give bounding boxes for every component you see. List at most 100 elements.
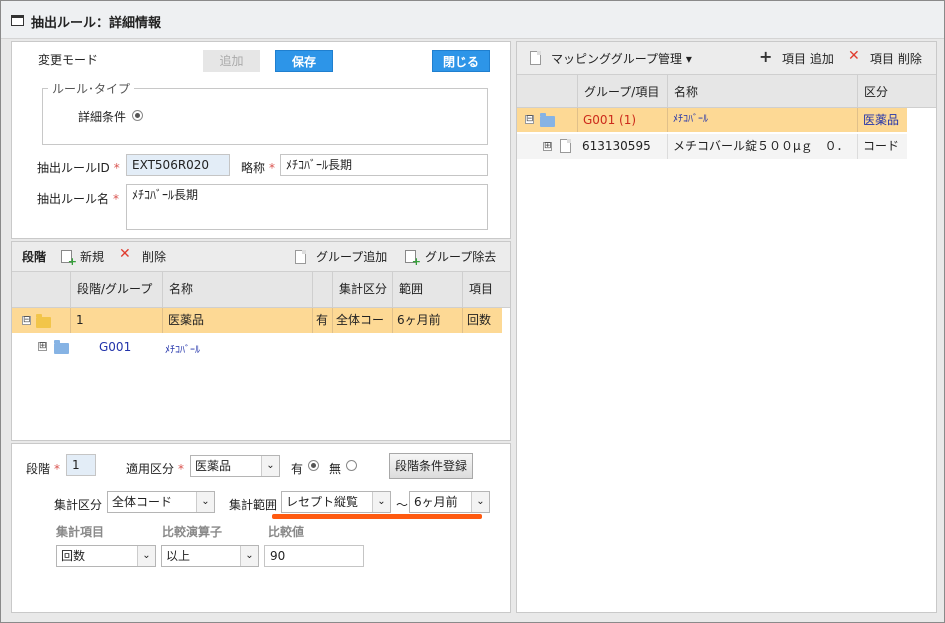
item-label: 集計項目 bbox=[56, 525, 105, 539]
item-select-value: 回数 bbox=[61, 549, 86, 563]
cell-item-name: メチコバール錠５００μｇ ０．５ｍ bbox=[667, 134, 857, 159]
mapping-title: マッピンググループ管理 bbox=[551, 52, 683, 66]
required-mark: * bbox=[54, 462, 61, 476]
compare-value-field[interactable]: 90 bbox=[264, 545, 364, 567]
add-button[interactable]: 追加 bbox=[203, 50, 260, 72]
register-step-button[interactable]: 段階条件登録 bbox=[389, 453, 473, 479]
col-range[interactable]: 範囲 bbox=[392, 272, 462, 307]
table-row[interactable]: ⊟ G001 (1) ﾒﾁｺﾊﾞｰﾙ 医薬品 bbox=[517, 108, 907, 132]
rule-type-detail-label: 詳細条件 bbox=[78, 110, 127, 124]
cell-range: 6ヶ月前 bbox=[392, 308, 462, 333]
rule-id-label: 抽出ルールID * bbox=[37, 159, 120, 176]
folder-icon bbox=[54, 340, 69, 354]
mode-label: 変更モード bbox=[38, 53, 99, 67]
operator-label: 比較演算子 bbox=[162, 525, 223, 539]
step-label: 段階 * bbox=[26, 460, 60, 477]
mapping-panel: マッピンググループ管理 ▾ + 項目 追加 ✕ 項目 削除 グループ/項目 名称… bbox=[516, 41, 937, 613]
step-field[interactable]: 1 bbox=[66, 454, 96, 476]
table-row[interactable]: ⊟ 1 医薬品 有 全体コード 6ヶ月前 回数 bbox=[12, 308, 502, 333]
mapping-menu[interactable]: マッピンググループ管理 ▾ bbox=[551, 50, 692, 67]
apply-label: 適用区分 * bbox=[126, 460, 184, 477]
rule-id-field: EXT506R020 bbox=[126, 154, 230, 176]
mapping-toolbar: マッピンググループ管理 ▾ + 項目 追加 ✕ 項目 削除 bbox=[517, 42, 936, 75]
abbrev-field[interactable]: ﾒﾁｺﾊﾞｰﾙ長期 bbox=[280, 154, 488, 176]
steps-toolbar: 段階 新規 ✕ 削除 グループ追加 グループ除去 bbox=[12, 242, 510, 272]
annotation-underline bbox=[272, 514, 482, 519]
add-item-button[interactable]: 項目 追加 bbox=[782, 50, 834, 67]
cell-step: 1 bbox=[70, 308, 162, 333]
rule-type-detail-radio[interactable] bbox=[132, 110, 143, 121]
close-button[interactable]: 閉じる bbox=[432, 50, 490, 72]
rule-name-label-text: 抽出ルール名 bbox=[37, 192, 110, 206]
step-label-text: 段階 bbox=[26, 462, 51, 476]
folder-icon bbox=[540, 113, 555, 127]
no-label: 無 bbox=[329, 462, 342, 476]
new-button[interactable]: 新規 bbox=[80, 248, 104, 265]
cell-kind: 医薬品 bbox=[857, 108, 907, 132]
col-agg[interactable]: 集計区分 bbox=[332, 272, 392, 307]
range-separator: ～ bbox=[396, 498, 409, 512]
compare-value-label: 比較値 bbox=[268, 525, 305, 539]
col-name[interactable]: 名称 bbox=[162, 272, 312, 307]
operator-select[interactable]: 以上 ⌄ bbox=[161, 545, 259, 567]
col-step-group[interactable]: 段階/グループ bbox=[70, 272, 162, 307]
delete-item-button[interactable]: 項目 削除 bbox=[870, 50, 922, 67]
step-condition-panel: 段階 * 1 適用区分 * 医薬品 ⌄ 有 無 段階条件登録 集計区分 全体コード ⌄ … bbox=[11, 443, 511, 613]
chevron-down-icon: ⌄ bbox=[137, 546, 155, 566]
chevron-down-icon: ⌄ bbox=[471, 492, 489, 512]
new-icon bbox=[61, 250, 77, 268]
agg-label: 集計区分 bbox=[54, 498, 103, 512]
yes-label: 有 bbox=[291, 462, 304, 476]
agg-select[interactable]: 全体コード ⌄ bbox=[107, 491, 215, 513]
group-remove-button[interactable]: グループ除去 bbox=[425, 248, 496, 265]
rule-name-label: 抽出ルール名 * bbox=[37, 190, 119, 207]
table-row[interactable]: ⊞ G001 ﾒﾁｺﾊﾞｰﾙ bbox=[12, 335, 502, 359]
range-from-select[interactable]: レセプト縦覧 ⌄ bbox=[281, 491, 391, 513]
delete-button[interactable]: 削除 bbox=[142, 248, 166, 265]
table-row[interactable]: ⊞ 613130595 メチコバール錠５００μｇ ０．５ｍ コード bbox=[517, 134, 907, 159]
rule-id-label-text: 抽出ルールID bbox=[37, 161, 110, 175]
cell-name: 医薬品 bbox=[162, 308, 312, 333]
cell-agg: 全体コード bbox=[332, 308, 392, 333]
rule-name-field[interactable]: ﾒﾁｺﾊﾞｰﾙ長期 bbox=[126, 184, 488, 230]
col-group-item[interactable]: グループ/項目 bbox=[577, 75, 667, 107]
col-kind[interactable]: 区分 bbox=[857, 75, 907, 107]
apply-select[interactable]: 医薬品 ⌄ bbox=[190, 455, 280, 477]
expand-icon[interactable]: ⊞ bbox=[543, 142, 552, 151]
range-from-value: レセプト縦覧 bbox=[286, 495, 359, 509]
rule-type-legend: ルール･タイプ bbox=[48, 80, 135, 97]
collapse-icon[interactable]: ⊟ bbox=[22, 316, 31, 325]
agg-select-value: 全体コード bbox=[112, 495, 173, 509]
chevron-down-icon: ⌄ bbox=[261, 456, 279, 476]
group-remove-icon bbox=[405, 250, 421, 268]
apply-select-value: 医薬品 bbox=[195, 459, 232, 473]
col-item[interactable]: 項目 bbox=[462, 272, 502, 307]
col-flag[interactable] bbox=[312, 272, 332, 307]
collapse-icon[interactable]: ⊟ bbox=[525, 115, 534, 124]
mapping-grid-header: グループ/項目 名称 区分 bbox=[517, 75, 936, 108]
range-to-select[interactable]: 6ヶ月前 ⌄ bbox=[409, 491, 490, 513]
range-to-value: 6ヶ月前 bbox=[414, 495, 458, 509]
range-label: 集計範囲 bbox=[229, 498, 278, 512]
dropdown-caret-icon: ▾ bbox=[685, 52, 692, 66]
abbrev-label-text: 略称 bbox=[241, 161, 266, 175]
expand-icon[interactable]: ⊞ bbox=[38, 342, 47, 351]
required-mark: * bbox=[113, 161, 120, 175]
required-mark: * bbox=[269, 161, 276, 175]
delete-item-icon: ✕ bbox=[848, 48, 860, 64]
rule-detail-window: 抽出ルール：詳細情報 変更モード 追加 保存 閉じる ルール･タイプ 詳細条件 … bbox=[0, 0, 945, 623]
col-mapping-name[interactable]: 名称 bbox=[667, 75, 857, 107]
yes-radio[interactable] bbox=[308, 460, 319, 471]
save-button[interactable]: 保存 bbox=[275, 50, 333, 72]
steps-grid-header: 段階/グループ 名称 集計区分 範囲 項目 bbox=[12, 272, 510, 308]
apply-label-text: 適用区分 bbox=[126, 462, 175, 476]
rule-form-panel: 変更モード 追加 保存 閉じる ルール･タイプ 詳細条件 抽出ルールID * EX… bbox=[11, 41, 511, 239]
cell-item: 回数 bbox=[462, 308, 502, 333]
no-radio[interactable] bbox=[346, 460, 357, 471]
cell-item-kind: コード bbox=[857, 134, 907, 159]
window-icon bbox=[11, 15, 24, 26]
operator-select-value: 以上 bbox=[166, 549, 191, 563]
group-add-button[interactable]: グループ追加 bbox=[316, 248, 387, 265]
item-select[interactable]: 回数 ⌄ bbox=[56, 545, 156, 567]
steps-title: 段階 bbox=[22, 250, 47, 264]
